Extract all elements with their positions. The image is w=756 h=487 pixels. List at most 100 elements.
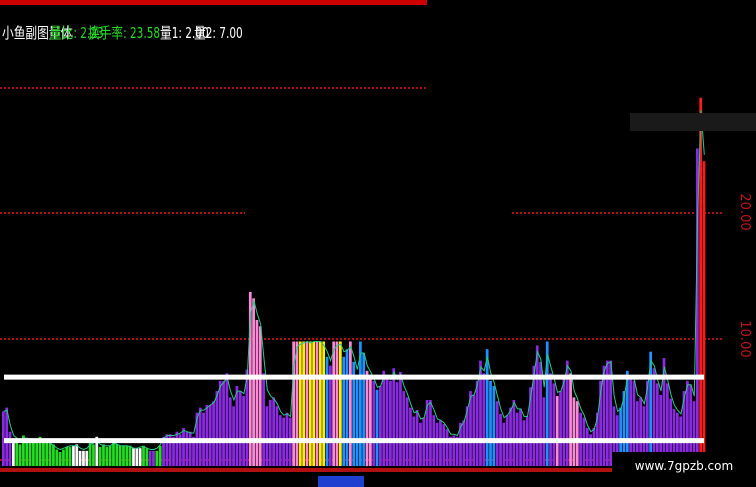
volume-bar [365,370,369,467]
volume-bar [702,161,706,466]
volume-bar [315,341,319,466]
volume-bar [255,320,259,466]
volume-bar [569,373,572,466]
volume-bar [198,407,202,466]
volume-bar [435,422,439,466]
volume-bar [275,406,279,466]
volume-bar [208,405,212,466]
volume-bar [118,445,122,466]
volume-bar [395,382,399,466]
volume-bar [462,420,466,466]
volume-bar [325,356,329,466]
volume-bar [238,391,242,466]
volume-bar [205,405,209,466]
volume-bar [372,380,376,466]
volume-bar [68,446,72,466]
volume-bar [522,420,526,466]
watermark-text: www.7gpzb.com [612,452,756,480]
volume-bar [48,443,52,466]
volume-bar [268,400,272,466]
bottom-axis [0,468,612,472]
volume-bar [405,397,409,466]
volume-bar [442,424,446,466]
volume-bar [575,401,579,466]
volume-bar [415,410,419,466]
volume-bar [592,427,596,466]
volume-bar [212,401,215,466]
volume-bar [369,374,372,466]
volume-bar [78,450,82,466]
volume-bar [509,407,512,466]
volume-bar [439,420,442,466]
volume-bar [562,377,566,466]
volume-bar [382,370,386,467]
volume-bar [549,373,552,466]
volume-bar [572,397,576,466]
volume-bar [158,445,162,466]
y-tick-label: 20.00 [737,193,752,230]
top-border [0,0,427,5]
volume-bar [555,396,559,466]
volume-bars [2,97,706,467]
volume-bar [389,380,392,466]
volume-bar [312,341,316,466]
y-axis-ticks: 20.00 10.00 [737,193,752,357]
volume-bar [375,389,379,466]
volume-bar [42,440,45,466]
volume-bar [345,349,349,466]
volume-bar [5,407,9,466]
volume-bar [82,450,85,466]
volume-bar [242,396,245,466]
volume-bar [322,341,326,466]
volume-bar [122,445,125,466]
volume-bar [55,449,59,466]
volume-bar [542,397,546,466]
volume-bar [302,341,306,466]
volume-bar [328,365,332,466]
volume-bar [142,445,145,466]
volume-bar [155,450,159,466]
volume-bar [419,422,422,466]
volume-bar [108,445,112,466]
volume-bar [215,391,219,466]
volume-bar [295,341,299,466]
volume-bar [152,450,155,466]
price-window-fragment [630,113,756,131]
volume-bar [429,400,432,466]
volume-bar [35,443,39,466]
volume-bar [138,448,142,466]
volume-bar [175,431,179,466]
volume-bar [185,431,189,466]
volume-bar [258,326,262,466]
y-tick-label: 10.00 [737,320,752,357]
volume-bar [519,408,522,466]
volume-bar [235,386,239,466]
volume-bar [475,380,479,466]
volume-bar [265,406,269,466]
volume-bar [228,397,232,466]
volume-bar [399,372,402,466]
volume-bar [72,445,75,466]
volume-bar [132,448,135,466]
volume-bar [182,427,185,466]
volume-bar [218,380,222,466]
volume-bar [115,444,119,466]
time-scroll-marker[interactable] [318,476,364,487]
volume-bar [145,448,149,466]
volume-bar [222,380,225,466]
volume-bar [18,444,22,466]
volume-bar [262,373,265,466]
volume-bar [272,397,275,466]
volume-bar [342,356,346,466]
volume-bar [188,431,192,466]
volume-bar [232,406,235,466]
volume-bar [148,450,152,466]
volume-bar [65,446,69,466]
volume-bar [482,373,486,466]
volume-bar [338,341,342,466]
grid-lines [0,87,724,461]
volume-bar [12,443,15,466]
volume-bar [379,386,382,466]
volume-bar [402,391,406,466]
volume-bar [92,444,95,466]
